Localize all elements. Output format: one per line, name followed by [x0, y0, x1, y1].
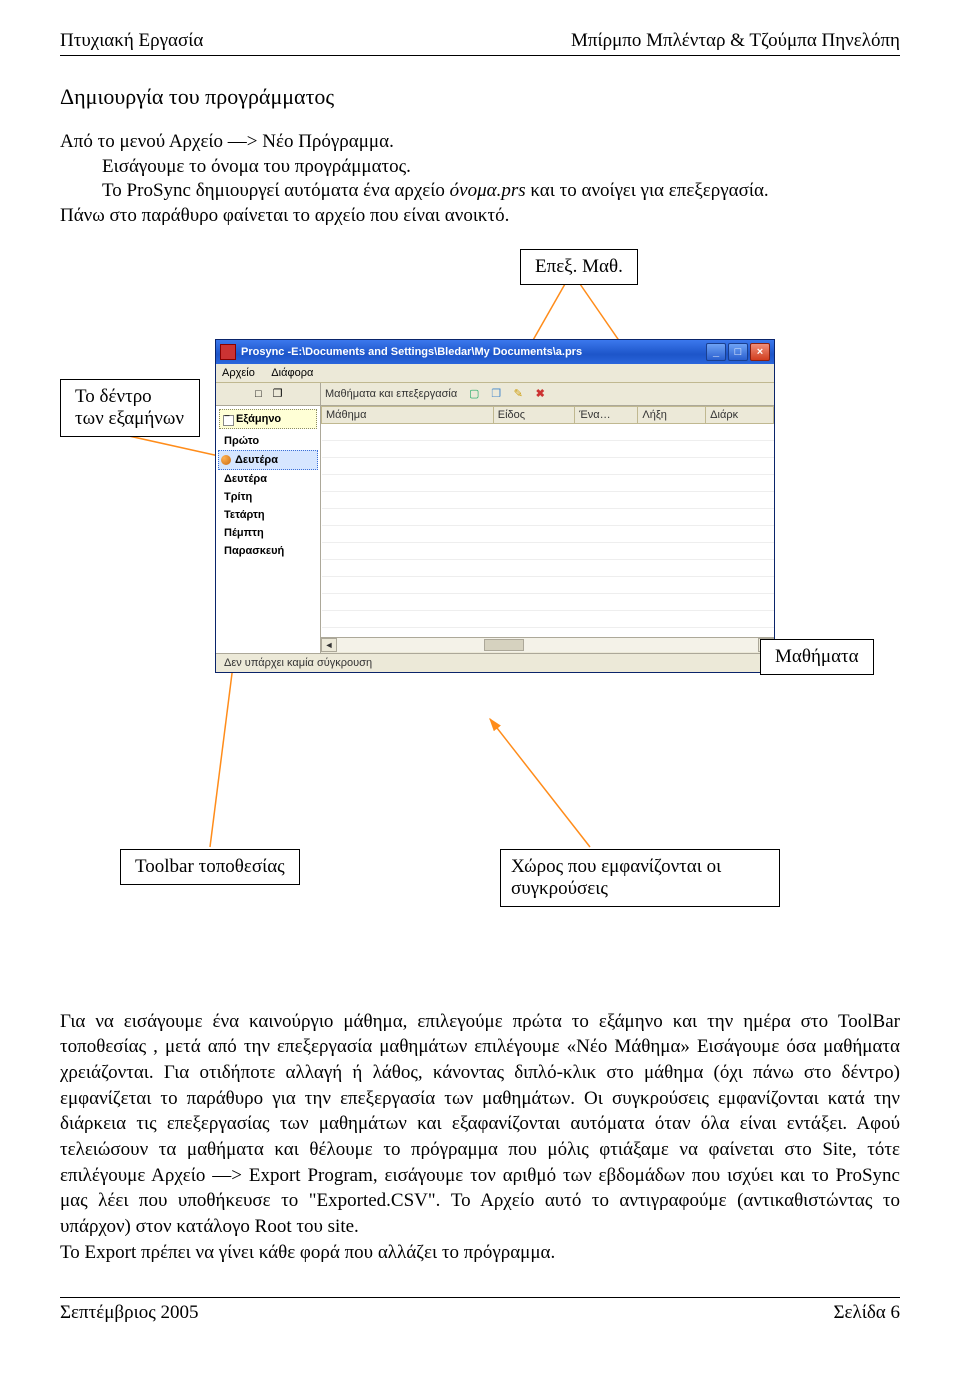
intro-line-3: Το ProSync δημιουργεί αυτόματα ένα αρχεί…	[60, 179, 900, 204]
scroll-thumb[interactable]	[484, 639, 524, 651]
close-button[interactable]: ×	[750, 343, 770, 361]
col-lixi[interactable]: Λήξη	[638, 406, 706, 423]
footer-right: Σελίδα 6	[833, 1302, 900, 1324]
table-row[interactable]	[322, 559, 774, 576]
intro-line-4: Πάνω στο παράθυρο φαίνεται το αρχείο που…	[60, 205, 509, 226]
app-icon	[220, 344, 236, 360]
col-eidos[interactable]: Είδος	[493, 406, 574, 423]
titlebar[interactable]: Prosync -E:\Documents and Settings\Bleda…	[216, 340, 774, 364]
table-row[interactable]	[322, 593, 774, 610]
table-row[interactable]	[322, 474, 774, 491]
sidebar-item-monday[interactable]: Δευτέρα	[216, 470, 320, 488]
intro-line-1: Από το μενού Αρχείο —> Νέο Πρόγραμμα.	[60, 131, 394, 152]
sidebar: □ ❐ Εξάμηνο Πρώτο Δευτέρα Δευτέρα Τρίτη …	[216, 383, 321, 653]
copy-icon[interactable]: ❐	[487, 385, 505, 403]
header-left: Πτυχιακή Εργασία	[60, 30, 203, 52]
sidebar-new-icon[interactable]: □	[251, 386, 267, 402]
table-row[interactable]	[322, 423, 774, 440]
table-row[interactable]	[322, 508, 774, 525]
new-icon[interactable]: ▢	[465, 385, 483, 403]
col-mathima[interactable]: Μάθημα	[322, 406, 494, 423]
sidebar-toolbar: □ ❐	[216, 383, 320, 406]
intro-3a: Το ProSync δημιουργεί αυτόματα ένα αρχεί…	[102, 180, 450, 201]
horizontal-scrollbar[interactable]: ◄ ►	[321, 637, 774, 653]
sidebar-item-tuesday[interactable]: Τρίτη	[216, 488, 320, 506]
intro-3b: όνομα.prs	[450, 180, 526, 201]
header-right: Μπίρμπο Μπλένταρ & Τζούμπα Πηνελόπη	[571, 30, 900, 52]
window-title: Prosync -E:\Documents and Settings\Bleda…	[241, 346, 706, 358]
table-row[interactable]	[322, 457, 774, 474]
diagram-area: Επεξ. Μαθ. Το δέντρο των εξαμήνων Μαθήμα…	[60, 249, 900, 999]
main-paragraph: Για να εισάγουμε ένα καινούργιο μάθημα, …	[60, 1009, 900, 1240]
label-epex-math: Επεξ. Μαθ.	[520, 249, 638, 285]
scroll-track[interactable]	[337, 638, 758, 652]
label-mathimata: Μαθήματα	[760, 639, 874, 675]
sidebar-tree: Εξάμηνο Πρώτο Δευτέρα Δευτέρα Τρίτη Τετά…	[216, 406, 320, 562]
scroll-left-icon[interactable]: ◄	[321, 638, 337, 652]
label-conflicts: Χώρος που εμφανίζονται οι συγκρούσεις	[500, 849, 780, 907]
grid-header-row: Μάθημα Είδος Ένα… Λήξη Διάρκ	[322, 406, 774, 423]
footer-left: Σεπτέμβριος 2005	[60, 1302, 198, 1324]
intro-3c: και το ανοίγει για επεξεργασία.	[526, 180, 769, 201]
minimize-button[interactable]: _	[706, 343, 726, 361]
sidebar-item-thursday[interactable]: Πέμπτη	[216, 524, 320, 542]
delete-icon[interactable]: ✖	[531, 385, 549, 403]
statusbar: Δεν υπάρχει καμία σύγκρουση	[216, 653, 774, 672]
page-footer: Σεπτέμβριος 2005 Σελίδα 6	[60, 1297, 900, 1324]
sidebar-item-first[interactable]: Πρώτο	[216, 432, 320, 450]
col-diark[interactable]: Διάρκ	[706, 406, 774, 423]
sidebar-item-monday-selected[interactable]: Δευτέρα	[218, 450, 318, 470]
sidebar-item-semester[interactable]: Εξάμηνο	[219, 409, 317, 429]
table-row[interactable]	[322, 491, 774, 508]
app-window: Prosync -E:\Documents and Settings\Bleda…	[215, 339, 775, 673]
section-title: Δημιουργία του προγράμματος	[60, 84, 900, 110]
table-row[interactable]	[322, 440, 774, 457]
menubar: Αρχείο Διάφορα	[216, 364, 774, 383]
sidebar-copy-icon[interactable]: ❐	[270, 386, 286, 402]
intro-text: Από το μενού Αρχείο —> Νέο Πρόγραμμα. Ει…	[60, 130, 900, 229]
sidebar-item-wednesday[interactable]: Τετάρτη	[216, 506, 320, 524]
toolbar-label: Μαθήματα και επεξεργασία	[325, 388, 457, 400]
table-row[interactable]	[322, 576, 774, 593]
table-row[interactable]	[322, 610, 774, 627]
menu-misc[interactable]: Διάφορα	[271, 367, 313, 379]
last-paragraph: Το Export πρέπει να γίνει κάθε φορά που …	[60, 1240, 900, 1266]
label-toolbar: Toolbar τοποθεσίας	[120, 849, 300, 885]
main-panel: Μαθήματα και επεξεργασία ▢ ❐ ✎ ✖ Μάθημα …	[321, 383, 774, 653]
sidebar-item-friday[interactable]: Παρασκευή	[216, 542, 320, 560]
col-ena[interactable]: Ένα…	[575, 406, 638, 423]
menu-file[interactable]: Αρχείο	[222, 367, 255, 379]
label-tree: Το δέντρο των εξαμήνων	[60, 379, 200, 437]
table-row[interactable]	[322, 525, 774, 542]
table-row[interactable]	[322, 542, 774, 559]
intro-line-2: Εισάγουμε το όνομα του προγράμματος.	[60, 155, 900, 180]
grid: Μάθημα Είδος Ένα… Λήξη Διάρκ	[321, 406, 774, 637]
page-header: Πτυχιακή Εργασία Μπίρμπο Μπλένταρ & Τζού…	[60, 30, 900, 56]
maximize-button[interactable]: □	[728, 343, 748, 361]
main-toolbar: Μαθήματα και επεξεργασία ▢ ❐ ✎ ✖	[321, 383, 774, 406]
edit-icon[interactable]: ✎	[509, 385, 527, 403]
